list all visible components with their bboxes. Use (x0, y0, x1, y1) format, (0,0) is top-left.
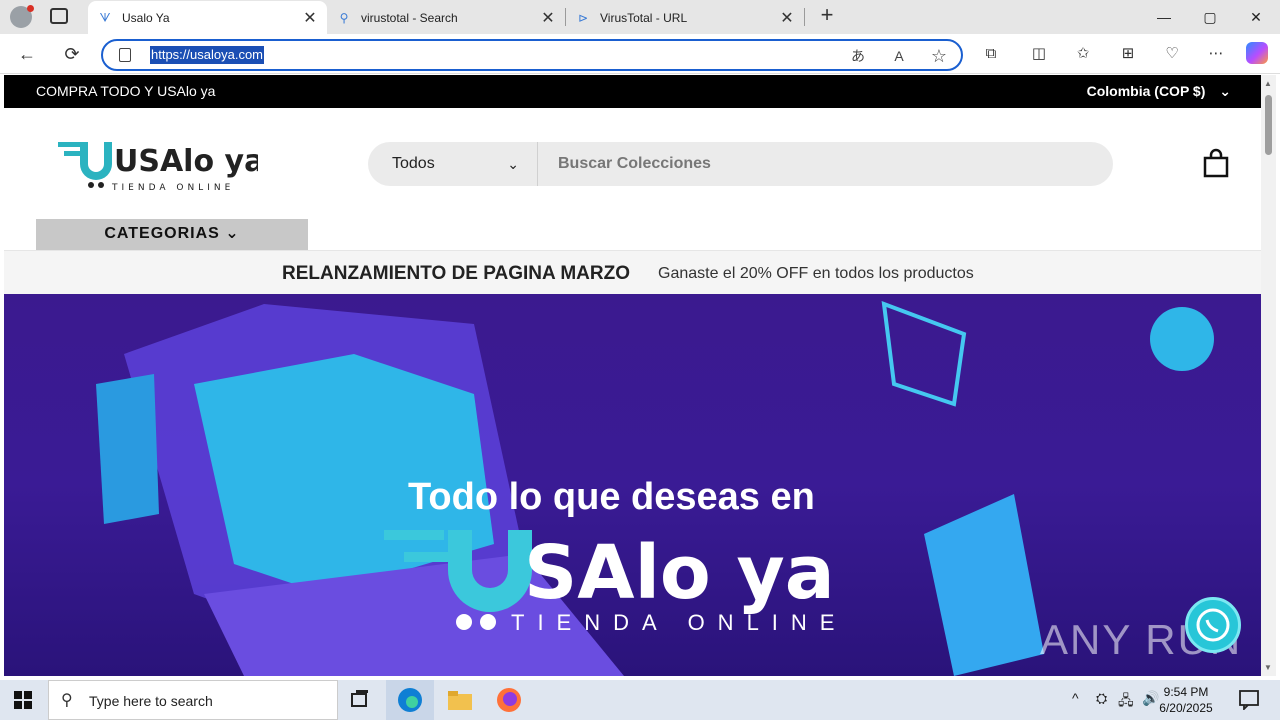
categories-menu-button[interactable]: CATEGORIAS ⌄ (36, 219, 308, 250)
announcement-text: COMPRA TODO Y USAlo ya (36, 83, 216, 99)
logo-speed-line (64, 151, 80, 156)
tab-close-icon[interactable]: ✕ (303, 8, 317, 28)
logo-u-mark (80, 142, 112, 180)
windows-start-icon[interactable] (14, 691, 32, 709)
tab-label: virustotal - Search (361, 10, 458, 25)
translate-icon[interactable]: あ (848, 46, 868, 66)
firefox-icon[interactable] (495, 686, 523, 714)
search-icon: ⚲ (61, 692, 73, 709)
brand-u-mark (448, 530, 532, 612)
chevron-down-icon: ⌄ (1219, 83, 1231, 99)
scroll-up-icon[interactable]: ▲ (1264, 79, 1272, 88)
usaloya-favicon-icon: ᗐ (99, 10, 111, 25)
tab-close-icon[interactable]: ✕ (541, 8, 555, 28)
tab-virustotal-url[interactable]: ⊳ VirusTotal - URL ✕ (566, 1, 804, 34)
shirt-badge-shape (1150, 307, 1214, 371)
tab-separator (804, 8, 805, 26)
site-header: USAlo ya TIENDA ONLINE Todos ⌄ CATEGORIA… (4, 108, 1261, 250)
whatsapp-icon (1196, 608, 1230, 642)
logo-speed-line (58, 142, 80, 147)
search-category-value: Todos (392, 155, 435, 172)
search-bar: Todos ⌄ (368, 142, 1113, 186)
taskbar-search-box[interactable]: ⚲ Type here to search (48, 680, 338, 720)
favorite-star-icon[interactable]: ☆ (929, 46, 949, 66)
maximize-button[interactable]: ▢ (1187, 0, 1233, 34)
scroll-thumb[interactable] (1265, 95, 1272, 155)
clock-time: 9:54 PM (1163, 685, 1209, 699)
promo-title: RELANZAMIENTO DE PAGINA MARZO (282, 263, 630, 284)
url-text[interactable]: https://usaloya.com (150, 46, 264, 64)
cart-shape (881, 300, 967, 407)
task-view-icon[interactable] (346, 686, 374, 714)
web-page: COMPRA TODO Y USAlo ya Colombia (COP $) … (4, 75, 1261, 676)
favorites-icon[interactable]: ✩ (1071, 42, 1095, 66)
file-explorer-icon[interactable] (446, 686, 474, 714)
collections-icon[interactable]: ⊞ (1116, 42, 1140, 66)
tray-overflow-chevron[interactable]: ^ (1072, 690, 1079, 706)
browser-essentials-icon[interactable]: ♡ (1160, 42, 1184, 66)
refresh-button[interactable]: ⟳ (60, 42, 84, 66)
tab-label: Usalo Ya (122, 10, 170, 25)
virustotal-icon: ⊳ (577, 10, 589, 25)
brand-speed-line (404, 552, 448, 562)
chevron-down-icon: ⌄ (507, 156, 519, 172)
minimize-button[interactable]: — (1141, 0, 1187, 34)
scroll-down-icon[interactable]: ▼ (1264, 663, 1272, 672)
brand-speed-line (384, 530, 444, 540)
edge-icon (398, 688, 422, 712)
lock-icon[interactable] (119, 48, 131, 62)
taskbar-search-placeholder: Type here to search (89, 693, 213, 709)
tab-close-icon[interactable]: ✕ (780, 8, 794, 28)
address-bar[interactable]: https://usaloya.com あ A ☆ (101, 39, 963, 71)
copilot-icon[interactable] (1246, 42, 1268, 64)
tab-usaloya[interactable]: ᗐ Usalo Ya ✕ (88, 1, 327, 34)
promo-subtitle: Ganaste el 20% OFF en todos los producto… (658, 265, 974, 282)
hero-wordmark: SAlo ya (524, 530, 835, 616)
split-screen-icon[interactable]: ◫ (1027, 42, 1051, 66)
logo-wheel (98, 182, 104, 188)
read-aloud-icon[interactable]: A (889, 46, 909, 66)
browser-tab-bar: ᗐ Usalo Ya ✕ ⚲ virustotal - Search ✕ ⊳ V… (0, 0, 1280, 34)
search-icon: ⚲ (339, 10, 349, 25)
extensions-icon[interactable]: ⧉ (979, 42, 1003, 66)
network-meeting-icon[interactable]: ⛭ (1096, 690, 1107, 707)
box-shape (96, 374, 159, 524)
tab-actions-icon[interactable] (50, 8, 68, 24)
logo-wheel (88, 182, 94, 188)
search-input[interactable] (538, 142, 1113, 186)
logo-wordmark: USAlo ya (114, 144, 258, 179)
settings-more-icon[interactable]: ⋯ (1204, 42, 1228, 66)
shopping-bag-icon[interactable] (1203, 148, 1229, 178)
brand-wheel (480, 614, 496, 630)
taskbar-clock[interactable]: 9:54 PM 6/20/2025 (1150, 684, 1222, 716)
windows-taskbar: ⚲ Type here to search ^ ⛭ 🖧 🔊 9:54 PM 6/… (0, 680, 1280, 720)
hero-headline: Todo lo que deseas en (408, 476, 815, 518)
announcement-bar: COMPRA TODO Y USAlo ya Colombia (COP $) … (4, 75, 1261, 108)
currency-label: Colombia (COP $) (1086, 83, 1206, 99)
currency-selector[interactable]: Colombia (COP $) ⌄ (1087, 83, 1231, 100)
tab-label: VirusTotal - URL (600, 10, 688, 25)
usaloya-logo[interactable]: USAlo ya TIENDA ONLINE (58, 138, 258, 193)
new-tab-button[interactable]: + (816, 4, 838, 28)
promo-bar: RELANZAMIENTO DE PAGINA MARZO Ganaste el… (4, 250, 1261, 294)
browser-toolbar: ← ⟳ https://usaloya.com あ A ☆ ⧉ ◫ ✩ ⊞ ♡ … (0, 34, 1280, 74)
brand-wheel (456, 614, 472, 630)
search-category-select[interactable]: Todos ⌄ (368, 142, 538, 186)
logo-tagline: TIENDA ONLINE (111, 183, 234, 193)
whatsapp-chat-button[interactable] (1185, 597, 1241, 653)
hero-tagline: TIENDA ONLINE (511, 610, 848, 635)
clock-date: 6/20/2025 (1159, 701, 1213, 715)
edge-taskbar-button[interactable] (386, 680, 434, 720)
profile-avatar-icon[interactable] (10, 5, 34, 28)
tab-virustotal-search[interactable]: ⚲ virustotal - Search ✕ (327, 1, 565, 34)
close-window-button[interactable]: ✕ (1233, 0, 1279, 34)
notifications-icon[interactable] (1238, 688, 1260, 710)
back-button[interactable]: ← (15, 42, 39, 66)
hero-banner[interactable]: Todo lo que deseas en SAlo ya TIENDA ONL… (4, 294, 1261, 676)
shopping-bag-shape (924, 494, 1044, 676)
page-scrollbar[interactable]: ▲ ▼ (1261, 75, 1276, 676)
network-icon[interactable]: 🖧 (1118, 690, 1134, 714)
